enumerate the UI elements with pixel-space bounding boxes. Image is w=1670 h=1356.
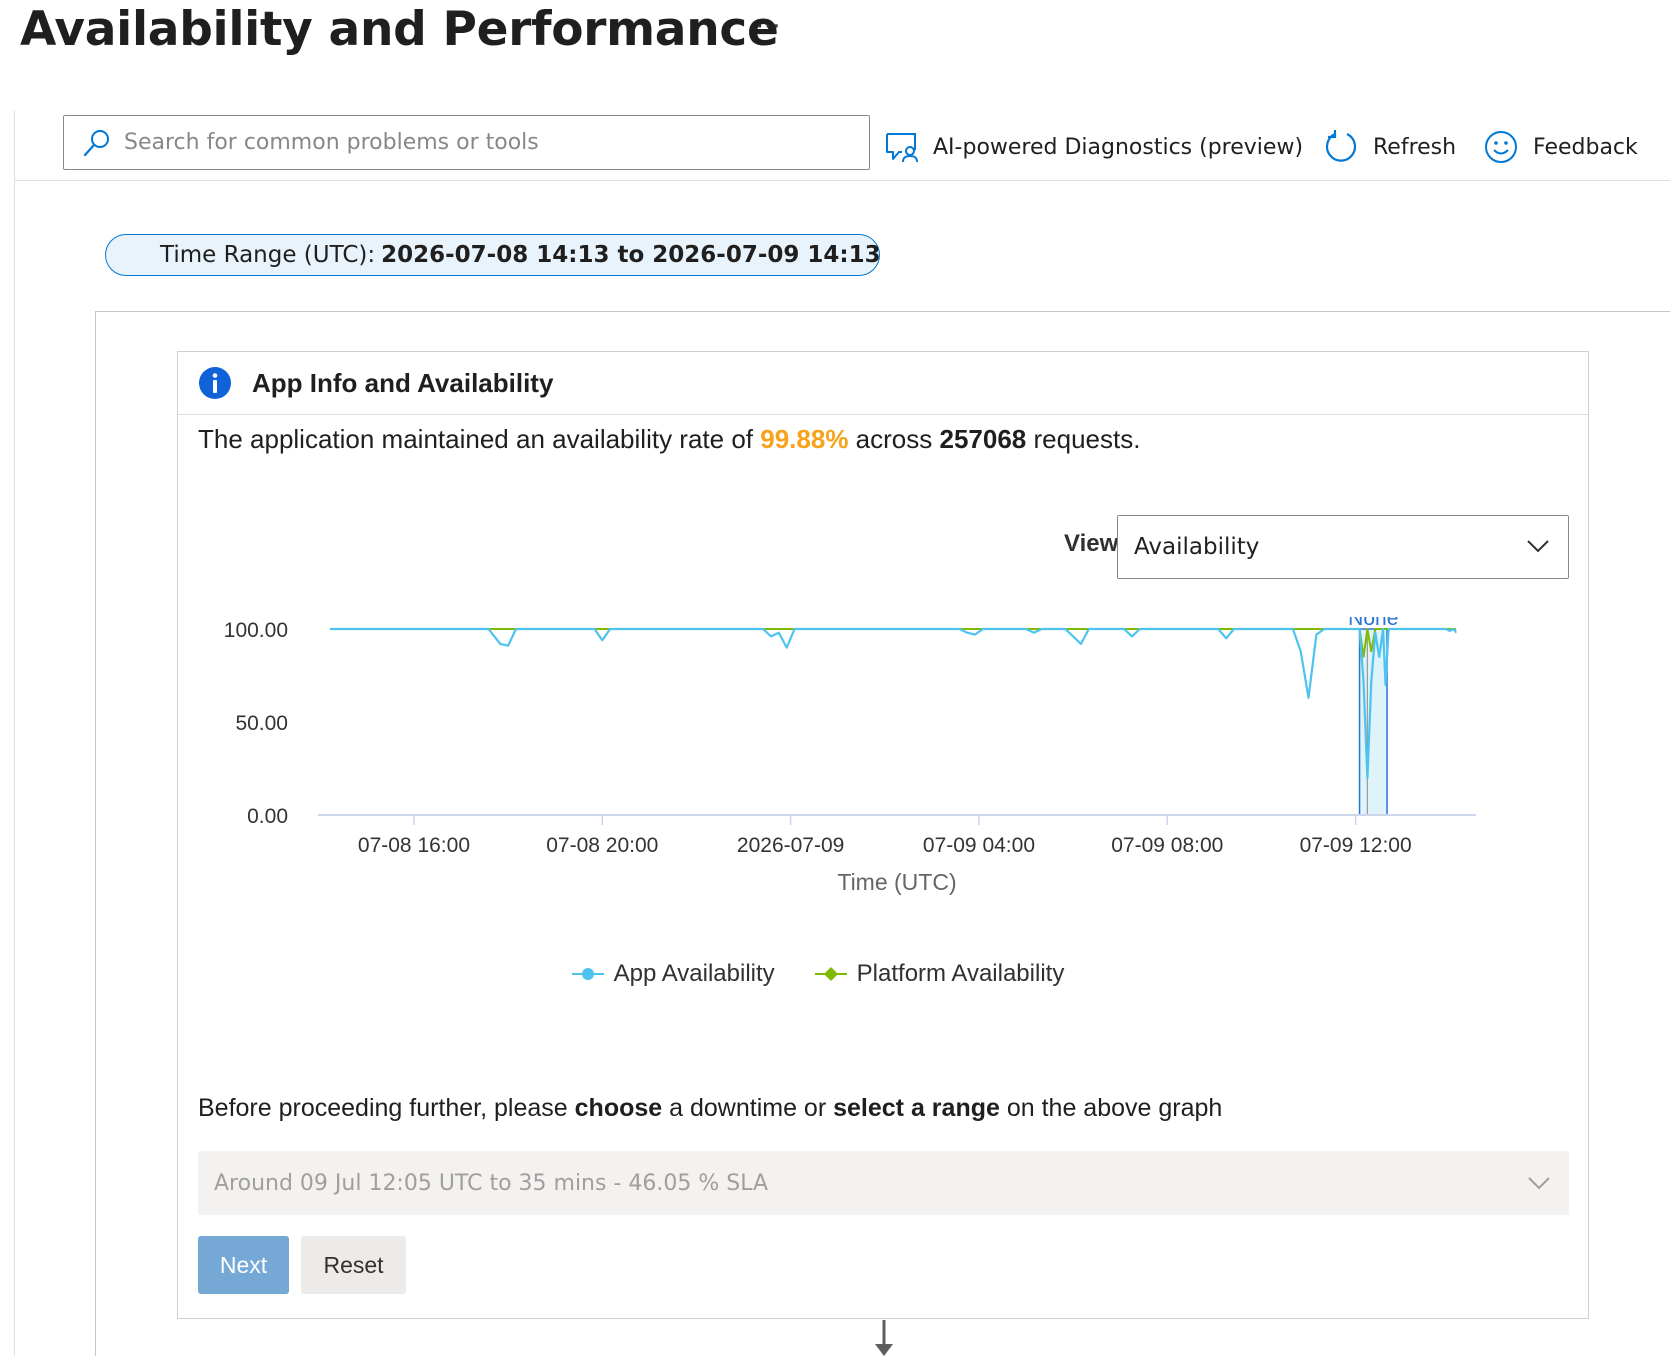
view-label: View: [1064, 530, 1119, 557]
chevron-down-icon: [1528, 1177, 1550, 1190]
downtime-prompt: Before proceeding further, please choose…: [198, 1094, 1222, 1123]
x-tick-label: 07-08 20:00: [546, 834, 658, 857]
downtime-selected-value: Around 09 Jul 12:05 UTC to 35 mins - 46.…: [214, 1170, 769, 1196]
chart-legend: App Availability Platform Availability: [178, 960, 1588, 988]
feedback-button[interactable]: Feedback: [1483, 126, 1638, 168]
ai-diagnostics-label: AI-powered Diagnostics (preview): [933, 134, 1304, 160]
refresh-button[interactable]: Refresh: [1323, 126, 1456, 168]
app-info-card: App Info and Availability The applicatio…: [177, 351, 1589, 1319]
page-title: Availability and Performance: [20, 2, 779, 57]
summary-middle: across: [855, 424, 933, 454]
prompt-part1: Before proceeding further, please: [198, 1094, 568, 1122]
time-range-value: 2026-07-08 14:13 to 2026-07-09 14:13: [381, 242, 881, 268]
card-title: App Info and Availability: [252, 367, 554, 398]
refresh-icon: [1325, 130, 1357, 162]
app-availability-line: [330, 627, 1458, 779]
reset-button[interactable]: Reset: [301, 1236, 406, 1294]
x-tick-label: 07-09 04:00: [923, 834, 1035, 857]
feedback-label: Feedback: [1533, 134, 1638, 160]
prompt-select-range: select a range: [833, 1094, 1000, 1122]
legend-platform-availability[interactable]: Platform Availability: [814, 960, 1065, 988]
left-divider: [14, 110, 15, 1356]
time-range-label: Time Range (UTC):: [160, 242, 376, 268]
y-tick-label: 100.00: [224, 619, 288, 642]
availability-rate: 99.88%: [760, 424, 849, 454]
legend-marker-circle-icon: [571, 968, 604, 980]
view-selected-value: Availability: [1134, 534, 1260, 560]
more-options-button[interactable]: ···: [750, 12, 786, 48]
x-tick-label: 07-08 16:00: [358, 834, 470, 857]
prompt-part3: on the above graph: [1006, 1094, 1223, 1122]
next-button[interactable]: Next: [198, 1236, 289, 1294]
y-tick-label: 0.00: [247, 805, 288, 828]
legend-platform-availability-label: Platform Availability: [856, 960, 1065, 987]
downtime-dropdown[interactable]: Around 09 Jul 12:05 UTC to 35 mins - 46.…: [198, 1151, 1569, 1215]
summary-prefix: The application maintained an availabili…: [198, 424, 754, 454]
smiley-icon: [1485, 131, 1517, 163]
search-input[interactable]: [124, 130, 864, 155]
search-box[interactable]: [63, 115, 870, 170]
x-tick-label: 2026-07-09: [737, 834, 844, 857]
prompt-part2: a downtime or: [669, 1094, 827, 1122]
availability-summary: The application maintained an availabili…: [198, 424, 1140, 455]
search-icon: [83, 129, 109, 156]
legend-app-availability-label: App Availability: [613, 960, 775, 987]
view-dropdown[interactable]: Availability: [1117, 515, 1569, 579]
x-tick-label: 07-09 08:00: [1111, 834, 1223, 857]
legend-marker-diamond-icon: [814, 967, 847, 981]
x-axis-title: Time (UTC): [837, 869, 956, 895]
info-icon: [199, 367, 231, 399]
summary-suffix: requests.: [1033, 424, 1141, 454]
availability-chart[interactable]: None100.0050.000.0007-08 16:00 07-08 20:0…: [178, 617, 1590, 957]
prompt-choose: choose: [574, 1094, 663, 1122]
request-count: 257068: [939, 424, 1027, 454]
legend-app-availability[interactable]: App Availability: [571, 960, 775, 988]
y-tick-label: 50.00: [235, 712, 288, 735]
chevron-down-icon: [1527, 540, 1549, 553]
ai-diagnostics-button[interactable]: AI-powered Diagnostics (preview): [885, 126, 1303, 168]
chat-person-icon: [886, 133, 918, 163]
x-tick-label: 07-09 12:00: [1300, 834, 1412, 857]
card-header: App Info and Availability: [178, 352, 1588, 415]
time-range-pill[interactable]: Time Range (UTC): 2026-07-08 14:13 to 20…: [105, 234, 881, 276]
flow-arrow-down-icon: [875, 1320, 893, 1356]
refresh-label: Refresh: [1373, 134, 1457, 160]
toolbar-divider: [14, 180, 1670, 181]
